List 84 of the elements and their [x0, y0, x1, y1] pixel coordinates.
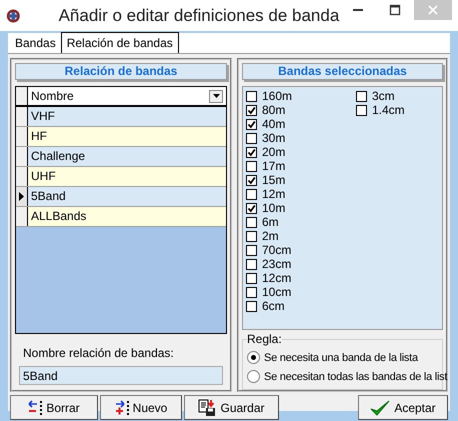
- radio-label: Se necesitan todas las bandas de la list: [264, 370, 448, 382]
- row-pointer-icon: [19, 192, 24, 201]
- tab[interactable]: Relación de bandas: [60, 32, 179, 53]
- checkbox[interactable]: [246, 90, 257, 102]
- action-button[interactable]: Guardar: [184, 395, 279, 420]
- close-icon: [426, 4, 439, 16]
- table-cell-text: Challenge: [30, 148, 86, 165]
- checkbox-label: 70cm: [262, 244, 292, 256]
- table-cell-text: HF: [30, 128, 48, 145]
- table-cell-text: ALLBands: [30, 208, 88, 225]
- group-label: Regla:: [247, 332, 282, 346]
- checkbox-label: 15m: [262, 174, 286, 186]
- checkbox[interactable]: [246, 104, 257, 116]
- action-button[interactable]: Aceptar: [358, 395, 448, 420]
- document-disk-icon: [198, 398, 216, 416]
- row-header-cell[interactable]: [16, 147, 28, 166]
- checkbox-label: 6cm: [262, 300, 285, 312]
- checkbox-label: 12m: [262, 188, 286, 200]
- caret-icon: [212, 94, 220, 98]
- checkmark-icon: [370, 398, 390, 416]
- checkbox-label: 12cm: [262, 272, 292, 284]
- list-row[interactable]: UHF: [16, 167, 226, 187]
- action-button[interactable]: Borrar: [10, 395, 98, 420]
- arrow-minus-icon: [28, 400, 42, 416]
- dropdown-button[interactable]: [209, 90, 223, 102]
- row-header-cell[interactable]: [16, 207, 28, 226]
- checkbox-label: 1.4cm: [372, 104, 405, 116]
- check-icon: [247, 176, 256, 184]
- checkbox[interactable]: [246, 202, 257, 214]
- field-label: Nombre relación de bandas:: [23, 346, 175, 360]
- checkbox-label: 23cm: [262, 258, 292, 270]
- checkbox-label: 80m: [262, 104, 286, 116]
- table-cell-text: UHF: [30, 168, 57, 185]
- check-icon: [247, 148, 256, 156]
- radio-label: Se necesita una banda de la lista: [264, 352, 418, 364]
- radio-button[interactable]: [247, 351, 260, 364]
- row-header-cell[interactable]: [16, 107, 28, 126]
- checkbox[interactable]: [246, 174, 257, 186]
- arrow-plus-icon: [114, 400, 129, 416]
- checkbox-label: 3cm: [372, 90, 395, 102]
- row-header-cell[interactable]: [16, 187, 28, 206]
- checkbox-label: 40m: [262, 118, 286, 130]
- list-row[interactable]: 5Band: [16, 187, 226, 207]
- action-button[interactable]: Nuevo: [100, 395, 182, 420]
- check-icon: [247, 204, 256, 212]
- table-cell-text: 5Band: [30, 188, 67, 205]
- checkbox[interactable]: [246, 160, 257, 172]
- list-row[interactable]: Challenge: [16, 147, 226, 167]
- app-logo-icon: [6, 6, 21, 24]
- column-header[interactable]: Nombre: [31, 86, 74, 106]
- checkbox[interactable]: [246, 244, 257, 256]
- checkbox[interactable]: [246, 132, 257, 144]
- list-row[interactable]: ALLBands: [16, 207, 226, 227]
- checkbox[interactable]: [356, 90, 367, 102]
- checkbox-label: 20m: [262, 146, 286, 158]
- checkbox-label: 30m: [262, 132, 286, 144]
- checkbox-label: 6m: [262, 216, 279, 228]
- window-title: Añadir o editar definiciones de banda: [58, 6, 340, 26]
- maximize-icon: [389, 4, 402, 16]
- checkbox[interactable]: [246, 258, 257, 270]
- list-row[interactable]: HF: [16, 127, 226, 147]
- checkbox-label: 10m: [262, 202, 286, 214]
- list-row[interactable]: VHF: [16, 107, 226, 127]
- checkbox-label: 2m: [262, 230, 279, 242]
- checkbox[interactable]: [246, 216, 257, 228]
- radio-button[interactable]: [247, 370, 260, 383]
- panel-header: Relación de bandas: [15, 63, 227, 80]
- name-field[interactable]: 5Band: [19, 366, 223, 385]
- panel-header: Bandas seleccionadas: [242, 63, 443, 80]
- checkbox-label: 160m: [262, 90, 292, 102]
- checkbox-label: 10cm: [262, 286, 292, 298]
- checkbox[interactable]: [246, 286, 257, 298]
- table-cell-text: VHF: [30, 108, 56, 125]
- checkbox[interactable]: [246, 272, 257, 284]
- row-header-cell[interactable]: [16, 127, 28, 146]
- checkbox[interactable]: [246, 118, 257, 130]
- checkbox[interactable]: [246, 300, 257, 312]
- checkbox[interactable]: [246, 146, 257, 158]
- row-header-cell[interactable]: [16, 167, 28, 186]
- checkbox[interactable]: [246, 188, 257, 200]
- checkbox[interactable]: [246, 230, 257, 242]
- minimize-icon: [352, 9, 363, 11]
- checkbox[interactable]: [356, 104, 367, 116]
- checkbox-label: 17m: [262, 160, 286, 172]
